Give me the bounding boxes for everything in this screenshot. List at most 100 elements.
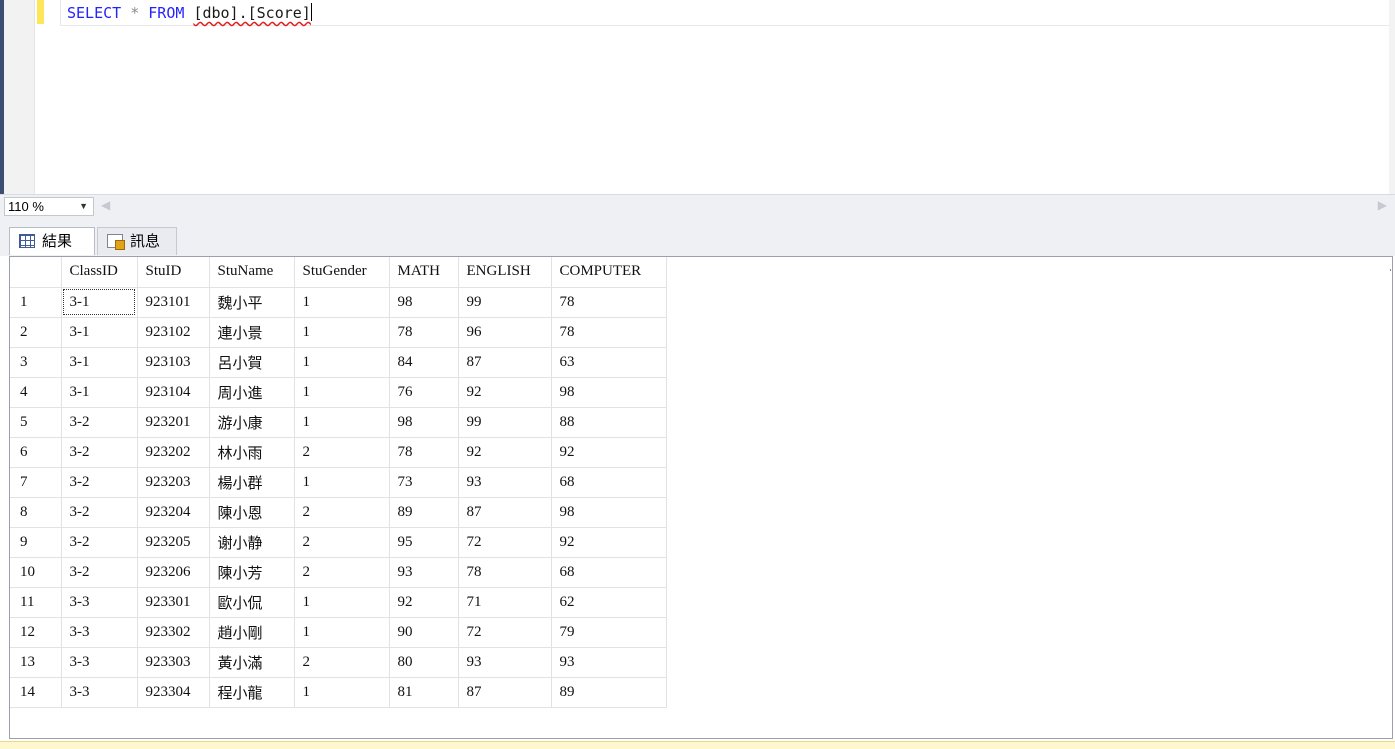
cell-stuname[interactable]: 游小康 — [209, 407, 295, 438]
cell-stugender[interactable]: 1 — [294, 677, 390, 708]
cell-stuid[interactable]: 923101 — [137, 287, 210, 318]
row-number[interactable]: 1 — [10, 287, 62, 318]
cell-classid[interactable]: 3-1 — [61, 377, 138, 408]
cell-stuname[interactable]: 魏小平 — [209, 287, 295, 318]
cell-stugender[interactable]: 1 — [294, 407, 390, 438]
cell-stuname[interactable]: 呂小賀 — [209, 347, 295, 378]
table-row[interactable]: 5 3-2 923201 游小康 1 98 99 88 — [10, 407, 667, 438]
table-row[interactable]: 10 3-2 923206 陳小芳 2 93 78 68 — [10, 557, 667, 588]
cell-stugender[interactable]: 1 — [294, 317, 390, 348]
row-number[interactable]: 8 — [10, 497, 62, 528]
cell-stuname[interactable]: 楊小群 — [209, 467, 295, 498]
row-number[interactable]: 13 — [10, 647, 62, 678]
cell-stuname[interactable]: 谢小静 — [209, 527, 295, 558]
cell-english[interactable]: 96 — [458, 317, 552, 348]
cell-classid[interactable]: 3-1 — [61, 347, 138, 378]
table-row[interactable]: 12 3-3 923302 趙小剛 1 90 72 79 — [10, 617, 667, 648]
cell-stuid[interactable]: 923103 — [137, 347, 210, 378]
cell-stuid[interactable]: 923104 — [137, 377, 210, 408]
cell-stuname[interactable]: 歐小侃 — [209, 587, 295, 618]
cell-stuname[interactable]: 陳小芳 — [209, 557, 295, 588]
cell-stuname[interactable]: 林小雨 — [209, 437, 295, 468]
cell-classid[interactable]: 3-2 — [61, 557, 138, 588]
column-header-classid[interactable]: ClassID — [61, 257, 138, 288]
cell-classid[interactable]: 3-3 — [61, 647, 138, 678]
cell-computer[interactable]: 89 — [551, 677, 667, 708]
cell-stuname[interactable]: 連小景 — [209, 317, 295, 348]
cell-computer[interactable]: 92 — [551, 437, 667, 468]
tab-messages[interactable]: 訊息 — [97, 227, 177, 255]
cell-stuid[interactable]: 923202 — [137, 437, 210, 468]
cell-classid[interactable]: 3-2 — [61, 497, 138, 528]
column-header-math[interactable]: MATH — [389, 257, 459, 288]
cell-math[interactable]: 98 — [389, 287, 459, 318]
table-row[interactable]: 9 3-2 923205 谢小静 2 95 72 92 — [10, 527, 667, 558]
grid-scrollbar-marker[interactable] — [1390, 269, 1391, 271]
cell-stuid[interactable]: 923301 — [137, 587, 210, 618]
cell-english[interactable]: 87 — [458, 347, 552, 378]
row-number[interactable]: 5 — [10, 407, 62, 438]
cell-stuid[interactable]: 923303 — [137, 647, 210, 678]
column-header-stugender[interactable]: StuGender — [294, 257, 390, 288]
table-row[interactable]: 3 3-1 923103 呂小賀 1 84 87 63 — [10, 347, 667, 378]
row-header-corner[interactable] — [10, 257, 62, 288]
zoom-dropdown[interactable]: 110 % ▼ — [4, 197, 94, 216]
cell-stugender[interactable]: 2 — [294, 497, 390, 528]
cell-english[interactable]: 87 — [458, 677, 552, 708]
scroll-right-arrow-icon[interactable]: ▶ — [1378, 198, 1387, 213]
cell-math[interactable]: 84 — [389, 347, 459, 378]
cell-classid[interactable]: 3-1 — [61, 317, 138, 348]
table-row[interactable]: 4 3-1 923104 周小進 1 76 92 98 — [10, 377, 667, 408]
tab-results[interactable]: 結果 — [9, 227, 95, 255]
cell-classid[interactable]: 3-3 — [61, 677, 138, 708]
cell-computer[interactable]: 88 — [551, 407, 667, 438]
table-row[interactable]: 2 3-1 923102 連小景 1 78 96 78 — [10, 317, 667, 348]
cell-stugender[interactable]: 2 — [294, 647, 390, 678]
cell-stugender[interactable]: 1 — [294, 617, 390, 648]
cell-computer[interactable]: 98 — [551, 497, 667, 528]
cell-stuid[interactable]: 923203 — [137, 467, 210, 498]
cell-math[interactable]: 90 — [389, 617, 459, 648]
cell-english[interactable]: 71 — [458, 587, 552, 618]
chevron-down-icon[interactable]: ▼ — [79, 198, 88, 215]
cell-math[interactable]: 80 — [389, 647, 459, 678]
cell-computer[interactable]: 93 — [551, 647, 667, 678]
row-number[interactable]: 11 — [10, 587, 62, 618]
cell-english[interactable]: 92 — [458, 437, 552, 468]
cell-math[interactable]: 78 — [389, 317, 459, 348]
cell-math[interactable]: 76 — [389, 377, 459, 408]
cell-english[interactable]: 92 — [458, 377, 552, 408]
cell-computer[interactable]: 62 — [551, 587, 667, 618]
cell-computer[interactable]: 63 — [551, 347, 667, 378]
cell-stuname[interactable]: 陳小恩 — [209, 497, 295, 528]
cell-stugender[interactable]: 1 — [294, 587, 390, 618]
cell-math[interactable]: 89 — [389, 497, 459, 528]
row-number[interactable]: 3 — [10, 347, 62, 378]
row-number[interactable]: 9 — [10, 527, 62, 558]
cell-stugender[interactable]: 2 — [294, 437, 390, 468]
table-row[interactable]: 13 3-3 923303 黃小滿 2 80 93 93 — [10, 647, 667, 678]
cell-math[interactable]: 92 — [389, 587, 459, 618]
cell-classid[interactable]: 3-2 — [61, 407, 138, 438]
cell-math[interactable]: 93 — [389, 557, 459, 588]
row-number[interactable]: 4 — [10, 377, 62, 408]
cell-math[interactable]: 98 — [389, 407, 459, 438]
cell-classid[interactable]: 3-2 — [61, 527, 138, 558]
table-row[interactable]: 11 3-3 923301 歐小侃 1 92 71 62 — [10, 587, 667, 618]
row-number[interactable]: 7 — [10, 467, 62, 498]
scroll-left-arrow-icon[interactable]: ◀ — [101, 198, 110, 213]
cell-stugender[interactable]: 1 — [294, 467, 390, 498]
column-header-stuid[interactable]: StuID — [137, 257, 210, 288]
row-number[interactable]: 14 — [10, 677, 62, 708]
cell-classid[interactable]: 3-2 — [61, 437, 138, 468]
cell-math[interactable]: 95 — [389, 527, 459, 558]
cell-classid[interactable]: 3-2 — [61, 467, 138, 498]
cell-math[interactable]: 73 — [389, 467, 459, 498]
sql-line[interactable]: SELECT * FROM [dbo].[Score] — [60, 0, 1390, 26]
cell-computer[interactable]: 68 — [551, 467, 667, 498]
cell-stuname[interactable]: 趙小剛 — [209, 617, 295, 648]
column-header-computer[interactable]: COMPUTER — [551, 257, 667, 288]
cell-stuname[interactable]: 周小進 — [209, 377, 295, 408]
cell-english[interactable]: 99 — [458, 407, 552, 438]
query-editor[interactable]: SELECT * FROM [dbo].[Score] — [0, 0, 1395, 194]
